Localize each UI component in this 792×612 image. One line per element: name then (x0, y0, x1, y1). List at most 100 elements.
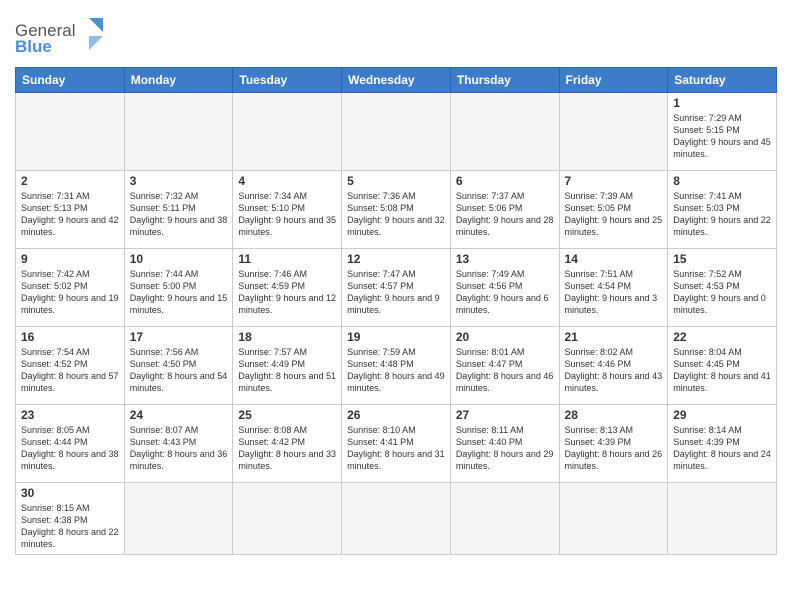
calendar-cell (450, 483, 559, 555)
day-number: 1 (673, 96, 771, 110)
calendar-cell: 20 Sunrise: 8:01 AM Sunset: 4:47 PM Dayli… (450, 327, 559, 405)
day-info: Sunrise: 8:04 AM Sunset: 4:45 PM Dayligh… (673, 346, 771, 395)
day-number: 25 (238, 408, 336, 422)
day-number: 14 (565, 252, 663, 266)
day-info: Sunrise: 7:56 AM Sunset: 4:50 PM Dayligh… (130, 346, 228, 395)
header: General Blue (15, 10, 777, 59)
logo-text: General Blue (15, 14, 105, 59)
weekday-header-tuesday: Tuesday (233, 68, 342, 93)
day-number: 20 (456, 330, 554, 344)
day-info: Sunrise: 8:07 AM Sunset: 4:43 PM Dayligh… (130, 424, 228, 473)
day-number: 17 (130, 330, 228, 344)
weekday-header-row: SundayMondayTuesdayWednesdayThursdayFrid… (16, 68, 777, 93)
calendar-week-4: 16Sunrise: 7:54 AM Sunset: 4:52 PM Dayli… (16, 327, 777, 405)
day-number: 27 (456, 408, 554, 422)
calendar-cell: 18 Sunrise: 7:57 AM Sunset: 4:49 PM Dayli… (233, 327, 342, 405)
day-number: 23 (21, 408, 119, 422)
day-number: 26 (347, 408, 445, 422)
day-number: 10 (130, 252, 228, 266)
day-info: Sunrise: 7:46 AM Sunset: 4:59 PM Dayligh… (238, 268, 336, 317)
weekday-header-monday: Monday (124, 68, 233, 93)
day-info: Sunrise: 7:59 AM Sunset: 4:48 PM Dayligh… (347, 346, 445, 395)
weekday-header-friday: Friday (559, 68, 668, 93)
calendar-cell: 4 Sunrise: 7:34 AM Sunset: 5:10 PM Daylig… (233, 171, 342, 249)
day-info: Sunrise: 7:57 AM Sunset: 4:49 PM Dayligh… (238, 346, 336, 395)
day-number: 22 (673, 330, 771, 344)
weekday-header-thursday: Thursday (450, 68, 559, 93)
calendar-cell (668, 483, 777, 555)
day-number: 9 (21, 252, 119, 266)
day-number: 6 (456, 174, 554, 188)
day-number: 13 (456, 252, 554, 266)
calendar-cell: 5 Sunrise: 7:36 AM Sunset: 5:08 PM Daylig… (342, 171, 451, 249)
day-number: 24 (130, 408, 228, 422)
calendar-cell: 7 Sunrise: 7:39 AM Sunset: 5:05 PM Daylig… (559, 171, 668, 249)
day-number: 2 (21, 174, 119, 188)
day-number: 7 (565, 174, 663, 188)
day-info: Sunrise: 8:11 AM Sunset: 4:40 PM Dayligh… (456, 424, 554, 473)
day-number: 28 (565, 408, 663, 422)
calendar-cell (342, 483, 451, 555)
calendar-cell: 1Sunrise: 7:29 AM Sunset: 5:15 PM Daylig… (668, 93, 777, 171)
day-number: 29 (673, 408, 771, 422)
calendar-week-6: 30 Sunrise: 8:15 AM Sunset: 4:38 PM Dayli… (16, 483, 777, 555)
calendar-cell: 12Sunrise: 7:47 AM Sunset: 4:57 PM Dayli… (342, 249, 451, 327)
day-info: Sunrise: 8:14 AM Sunset: 4:39 PM Dayligh… (673, 424, 771, 473)
day-info: Sunrise: 7:36 AM Sunset: 5:08 PM Dayligh… (347, 190, 445, 239)
day-number: 15 (673, 252, 771, 266)
calendar-cell (233, 93, 342, 171)
calendar-week-5: 23 Sunrise: 8:05 AM Sunset: 4:44 PM Dayli… (16, 405, 777, 483)
day-info: Sunrise: 7:32 AM Sunset: 5:11 PM Dayligh… (130, 190, 228, 239)
calendar-cell: 17 Sunrise: 7:56 AM Sunset: 4:50 PM Dayli… (124, 327, 233, 405)
day-info: Sunrise: 8:05 AM Sunset: 4:44 PM Dayligh… (21, 424, 119, 473)
day-info: Sunrise: 7:31 AM Sunset: 5:13 PM Dayligh… (21, 190, 119, 239)
logo: General Blue (15, 14, 105, 59)
weekday-header-saturday: Saturday (668, 68, 777, 93)
calendar-cell: 28 Sunrise: 8:13 AM Sunset: 4:39 PM Dayli… (559, 405, 668, 483)
calendar-week-1: 1Sunrise: 7:29 AM Sunset: 5:15 PM Daylig… (16, 93, 777, 171)
day-info: Sunrise: 8:01 AM Sunset: 4:47 PM Dayligh… (456, 346, 554, 395)
weekday-header-sunday: Sunday (16, 68, 125, 93)
day-number: 21 (565, 330, 663, 344)
day-info: Sunrise: 7:37 AM Sunset: 5:06 PM Dayligh… (456, 190, 554, 239)
day-info: Sunrise: 8:10 AM Sunset: 4:41 PM Dayligh… (347, 424, 445, 473)
weekday-header-wednesday: Wednesday (342, 68, 451, 93)
calendar-cell: 10 Sunrise: 7:44 AM Sunset: 5:00 PM Dayli… (124, 249, 233, 327)
calendar-table: SundayMondayTuesdayWednesdayThursdayFrid… (15, 67, 777, 555)
calendar-cell (559, 93, 668, 171)
day-number: 18 (238, 330, 336, 344)
calendar-cell: 2 Sunrise: 7:31 AM Sunset: 5:13 PM Daylig… (16, 171, 125, 249)
day-info: Sunrise: 8:15 AM Sunset: 4:38 PM Dayligh… (21, 502, 119, 551)
calendar-cell: 13 Sunrise: 7:49 AM Sunset: 4:56 PM Dayli… (450, 249, 559, 327)
day-number: 30 (21, 486, 119, 500)
calendar-cell (450, 93, 559, 171)
day-number: 19 (347, 330, 445, 344)
calendar-cell: 3Sunrise: 7:32 AM Sunset: 5:11 PM Daylig… (124, 171, 233, 249)
calendar-cell: 29 Sunrise: 8:14 AM Sunset: 4:39 PM Dayli… (668, 405, 777, 483)
calendar-cell: 15Sunrise: 7:52 AM Sunset: 4:53 PM Dayli… (668, 249, 777, 327)
day-info: Sunrise: 7:44 AM Sunset: 5:00 PM Dayligh… (130, 268, 228, 317)
day-info: Sunrise: 7:54 AM Sunset: 4:52 PM Dayligh… (21, 346, 119, 395)
calendar-cell (559, 483, 668, 555)
day-info: Sunrise: 8:13 AM Sunset: 4:39 PM Dayligh… (565, 424, 663, 473)
day-info: Sunrise: 8:02 AM Sunset: 4:46 PM Dayligh… (565, 346, 663, 395)
day-info: Sunrise: 7:49 AM Sunset: 4:56 PM Dayligh… (456, 268, 554, 317)
calendar-cell: 27 Sunrise: 8:11 AM Sunset: 4:40 PM Dayli… (450, 405, 559, 483)
day-info: Sunrise: 8:08 AM Sunset: 4:42 PM Dayligh… (238, 424, 336, 473)
day-number: 5 (347, 174, 445, 188)
calendar-week-3: 9Sunrise: 7:42 AM Sunset: 5:02 PM Daylig… (16, 249, 777, 327)
calendar-cell (16, 93, 125, 171)
calendar-cell: 21 Sunrise: 8:02 AM Sunset: 4:46 PM Dayli… (559, 327, 668, 405)
day-number: 4 (238, 174, 336, 188)
calendar-cell: 19 Sunrise: 7:59 AM Sunset: 4:48 PM Dayli… (342, 327, 451, 405)
calendar-cell (124, 93, 233, 171)
calendar-cell (124, 483, 233, 555)
calendar-cell: 8Sunrise: 7:41 AM Sunset: 5:03 PM Daylig… (668, 171, 777, 249)
calendar-week-2: 2 Sunrise: 7:31 AM Sunset: 5:13 PM Daylig… (16, 171, 777, 249)
calendar-cell: 24 Sunrise: 8:07 AM Sunset: 4:43 PM Dayli… (124, 405, 233, 483)
svg-text:Blue: Blue (15, 37, 52, 54)
calendar-cell: 22 Sunrise: 8:04 AM Sunset: 4:45 PM Dayli… (668, 327, 777, 405)
day-info: Sunrise: 7:34 AM Sunset: 5:10 PM Dayligh… (238, 190, 336, 239)
day-info: Sunrise: 7:51 AM Sunset: 4:54 PM Dayligh… (565, 268, 663, 317)
day-info: Sunrise: 7:39 AM Sunset: 5:05 PM Dayligh… (565, 190, 663, 239)
